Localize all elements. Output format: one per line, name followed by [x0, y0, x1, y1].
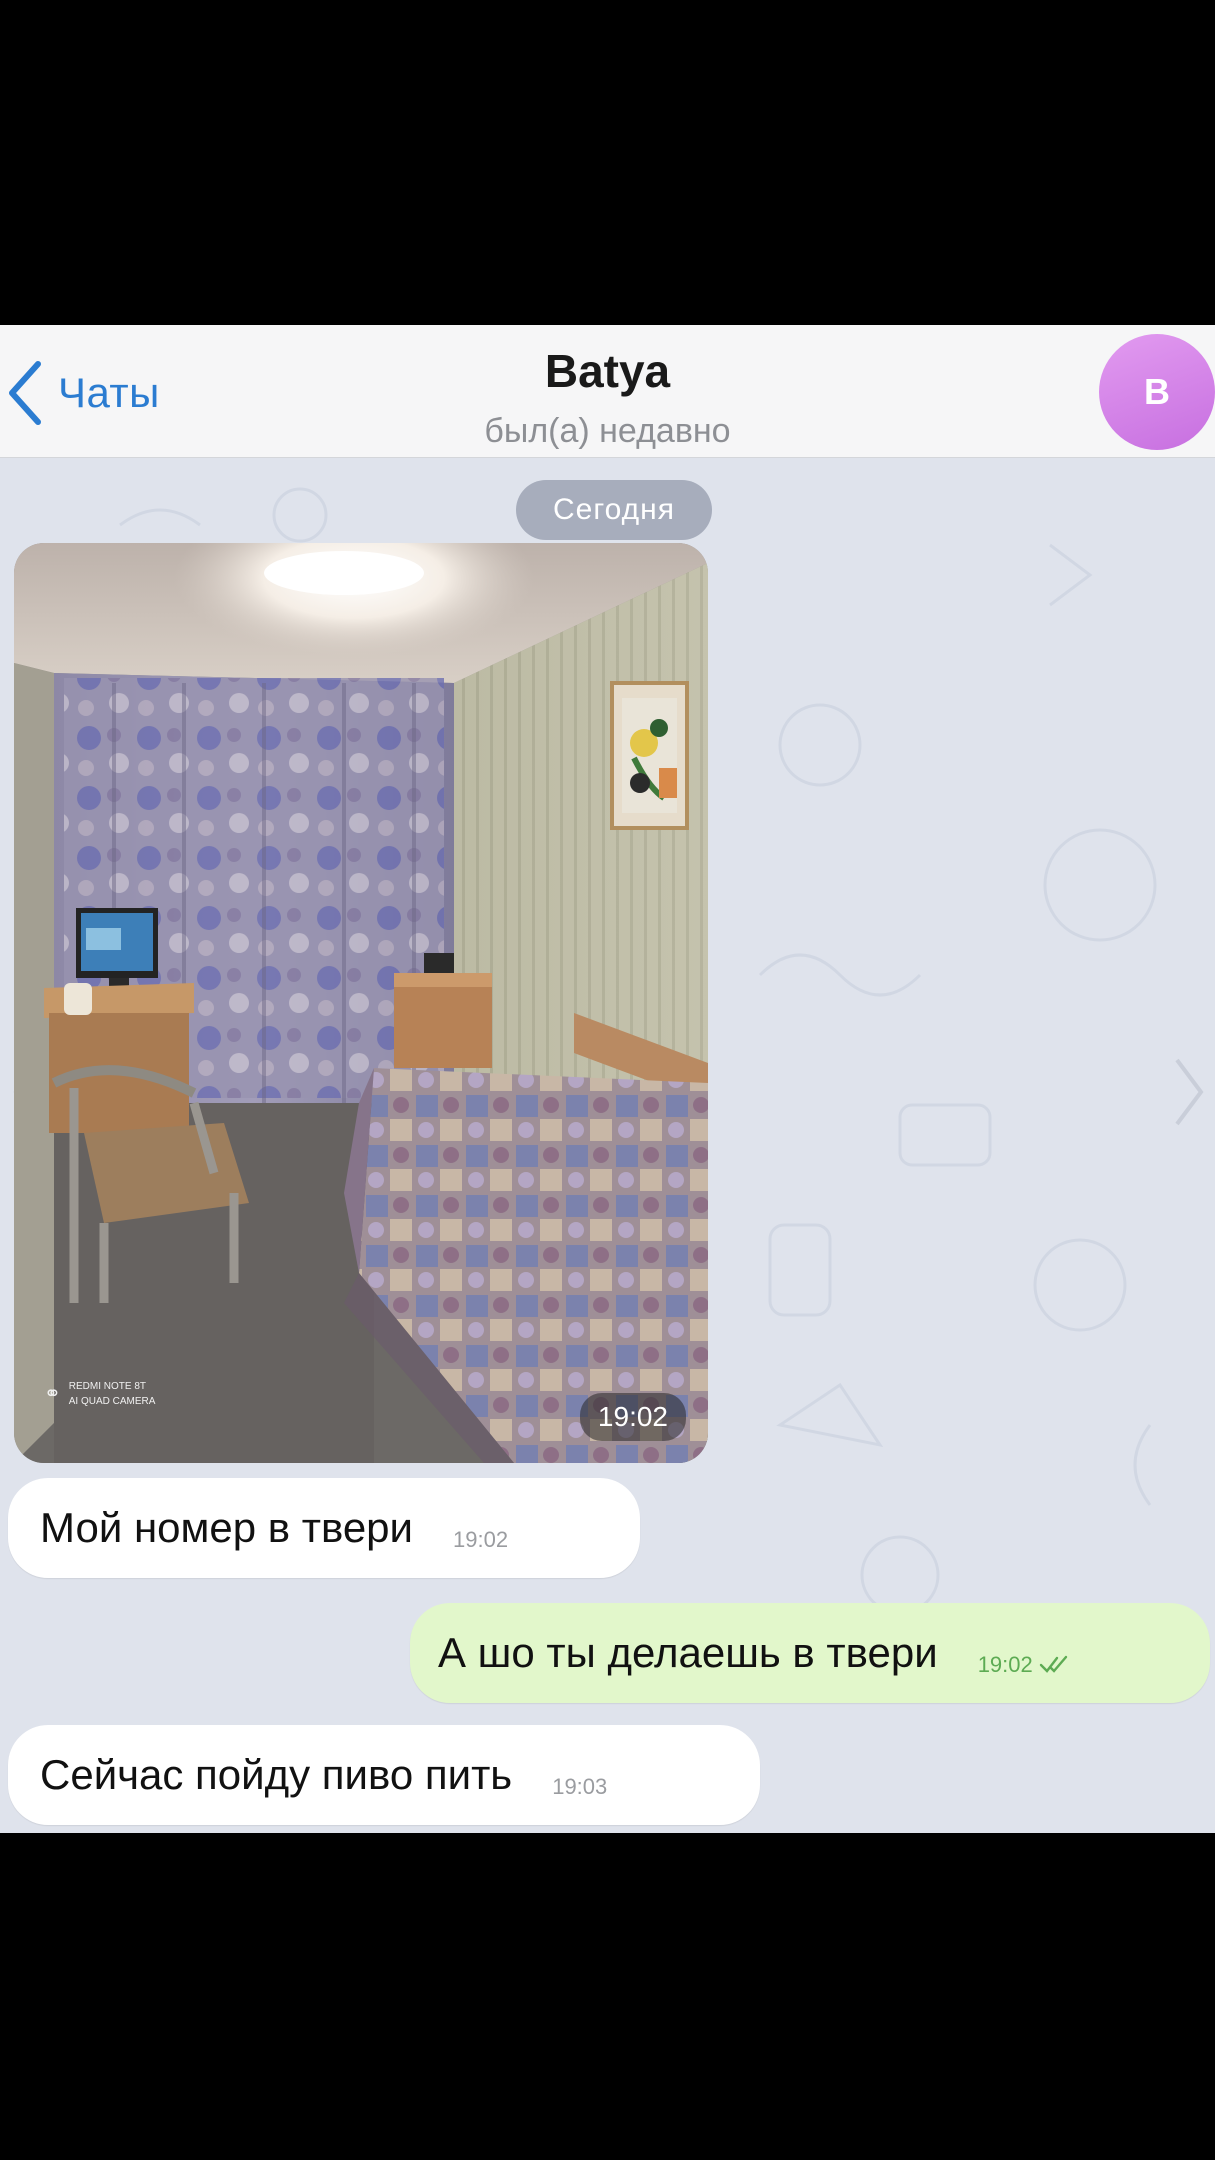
chat-header: Чаты Batya был(а) недавно B — [0, 325, 1215, 458]
camera-logo-icon: ⚭ — [44, 1383, 61, 1405]
chat-title-block: Batya был(а) недавно — [0, 343, 1215, 451]
message-bubble-incoming[interactable]: Сейчас пойду пиво пить 19:03 — [8, 1725, 760, 1825]
message-time: 19:02 — [453, 1527, 509, 1552]
camera-line1: REDMI NOTE 8T — [68, 1381, 146, 1392]
camera-line2: AI QUAD CAMERA — [68, 1396, 156, 1407]
photo-message[interactable]: ⚭ REDMI NOTE 8T AI QUAD CAMERA 19:02 — [14, 543, 708, 1463]
message-time: 19:03 — [552, 1774, 608, 1799]
chat-status: был(а) недавно — [484, 412, 731, 450]
date-separator: Сегодня — [516, 480, 712, 540]
double-check-icon — [1039, 1655, 1067, 1673]
chevron-left-icon — [9, 361, 41, 425]
message-bubble-outgoing[interactable]: А шо ты делаешь в твери 19:02 — [410, 1603, 1210, 1703]
avatar[interactable]: B — [1099, 334, 1215, 450]
message-text: Мой номер в твери — [40, 1504, 413, 1551]
message-text: Сейчас пойду пиво пить — [40, 1751, 513, 1798]
chat-title: Batya — [544, 345, 671, 397]
hotel-room-photo — [14, 543, 708, 1463]
next-arrow-icon[interactable] — [1169, 1052, 1209, 1132]
message-time: 19:02 — [977, 1652, 1033, 1677]
photo-timestamp: 19:02 — [579, 1393, 686, 1441]
message-text: А шо ты делаешь в твери — [438, 1629, 938, 1676]
back-button[interactable]: Чаты — [4, 353, 160, 433]
camera-watermark: ⚭ REDMI NOTE 8T AI QUAD CAMERA — [44, 1379, 155, 1409]
avatar-letter: B — [1144, 371, 1170, 412]
back-label: Чаты — [58, 369, 160, 416]
message-bubble-incoming[interactable]: Мой номер в твери 19:02 — [8, 1478, 640, 1578]
date-label: Сегодня — [553, 493, 675, 526]
telegram-chat-screen: Чаты Batya был(а) недавно B Сегодня ⚭ RE… — [0, 325, 1215, 1833]
